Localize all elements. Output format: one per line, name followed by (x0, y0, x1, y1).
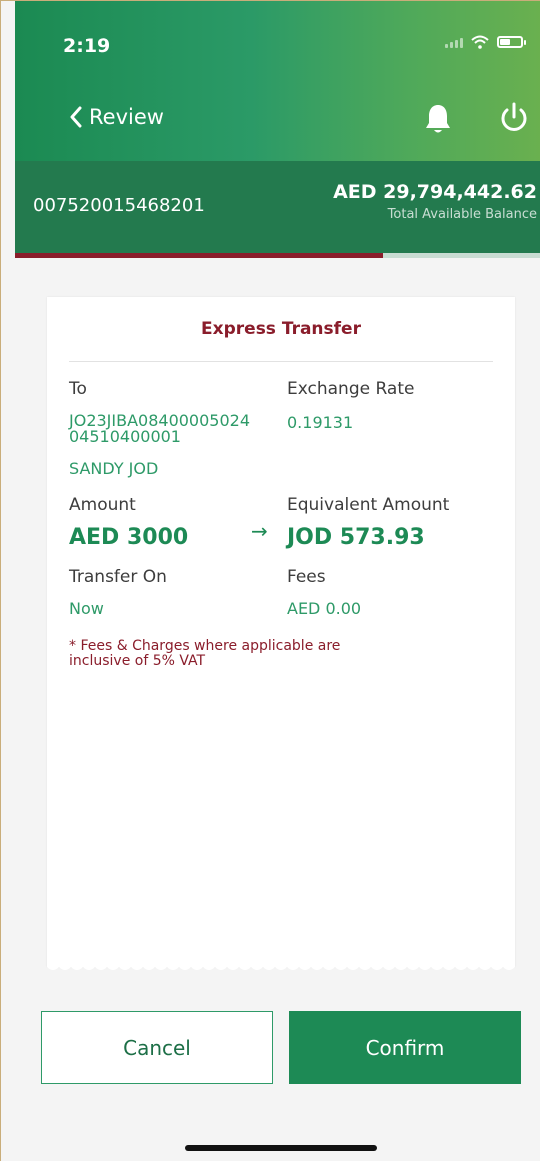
status-time: 2:19 (63, 35, 111, 57)
battery-icon (497, 36, 526, 48)
transfer-title: Express Transfer (201, 319, 361, 339)
fees-value: AED 0.00 (287, 599, 362, 618)
equivalent-amount-label: Equivalent Amount (287, 495, 450, 515)
chevron-left-icon (69, 106, 83, 128)
balance-bar (15, 253, 540, 258)
amount-label: Amount (69, 495, 136, 515)
vat-note-line-2: inclusive of 5% VAT (69, 653, 206, 669)
equivalent-amount-value: JOD 573.93 (287, 525, 425, 550)
status-icons (445, 35, 526, 49)
fees-label: Fees (287, 567, 326, 587)
receipt-edge (47, 961, 515, 970)
signal-icon (445, 36, 463, 48)
vat-note: * Fees & Charges where applicable are in… (69, 639, 399, 669)
wifi-icon (471, 35, 489, 49)
home-indicator[interactable] (185, 1145, 377, 1151)
transfer-on-label: Transfer On (69, 567, 167, 587)
arrow-right-icon: → (251, 519, 268, 543)
card-divider (69, 361, 493, 362)
app-header: 2:19 Review (15, 1, 540, 161)
total-balance: AED 29,794,442.62 (333, 181, 537, 203)
balance-bar-fill (15, 253, 384, 258)
app-frame: 2:19 Review 007520015468201 AED 29,794,4… (0, 0, 540, 1161)
beneficiary-iban: JO23JIBA08400005024 04510400001 (69, 413, 250, 445)
account-number: 007520015468201 (33, 195, 205, 216)
beneficiary-name: SANDY JOD (69, 459, 159, 478)
exchange-rate-value: 0.19131 (287, 413, 354, 432)
cancel-button[interactable]: Cancel (41, 1011, 273, 1084)
back-button[interactable]: Review (69, 105, 164, 129)
balance-caption: Total Available Balance (387, 207, 537, 222)
confirm-button[interactable]: Confirm (289, 1011, 521, 1084)
iban-line-2: 04510400001 (69, 427, 181, 446)
exchange-rate-label: Exchange Rate (287, 379, 415, 399)
account-summary[interactable]: 007520015468201 AED 29,794,442.62 Total … (15, 161, 540, 253)
back-label: Review (89, 105, 164, 129)
vat-note-line-1: * Fees & Charges where applicable are (69, 638, 341, 654)
bell-icon[interactable] (423, 103, 453, 135)
amount-value: AED 3000 (69, 525, 189, 550)
transfer-on-value: Now (69, 599, 104, 618)
to-label: To (69, 379, 87, 399)
transfer-review-card: Express Transfer To JO23JIBA08400005024 … (47, 297, 515, 967)
power-icon[interactable] (497, 101, 531, 135)
